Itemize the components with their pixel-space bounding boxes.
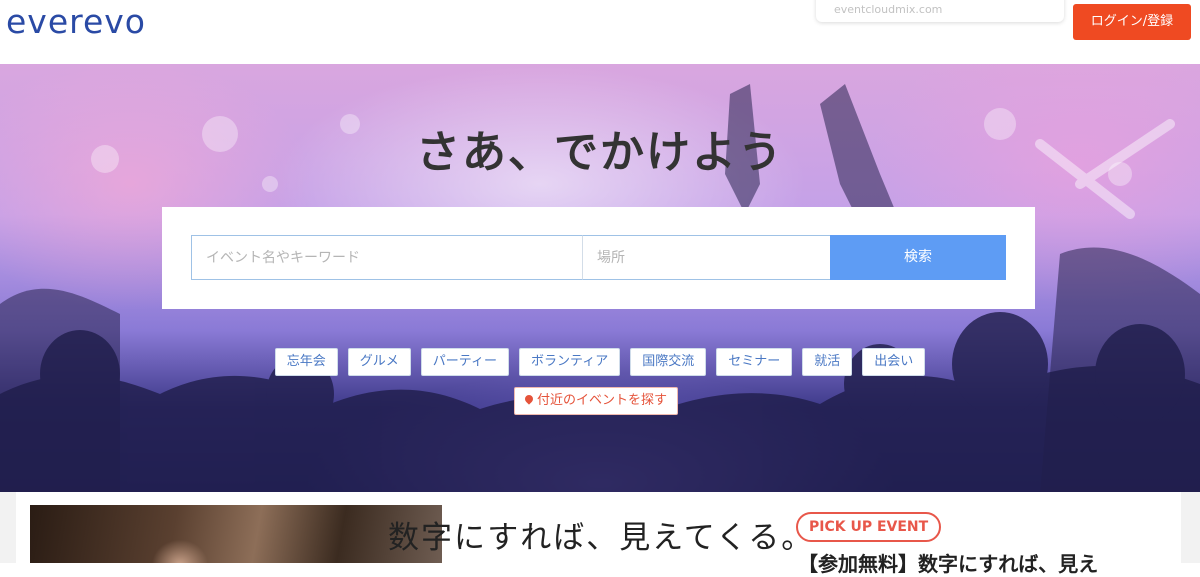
pickup-event-photo[interactable]	[30, 505, 442, 563]
pickup-photo-caption: 数字にすれば、見えてくる。	[388, 520, 815, 556]
hero-title: さあ、でかけよう	[416, 127, 784, 178]
pickup-badge: PICK UP EVENT	[796, 512, 942, 542]
site-header: everevo eventcloudmix.com ログイン/登録	[0, 0, 1200, 64]
tag-international[interactable]: 国際交流	[630, 348, 707, 376]
tag-volunteer[interactable]: ボランティア	[518, 348, 621, 376]
map-pin-icon	[523, 393, 535, 405]
login-register-button[interactable]: ログイン/登録	[1073, 4, 1191, 40]
tag-meetup[interactable]: 出会い	[862, 348, 926, 376]
search-button[interactable]: 検索	[830, 235, 1006, 280]
header-search-text: eventcloudmix.com	[834, 3, 943, 16]
tag-party[interactable]: パーティー	[420, 348, 509, 376]
tag-job-hunting[interactable]: 就活	[802, 348, 853, 376]
keyword-input[interactable]	[191, 235, 583, 280]
place-input[interactable]	[582, 235, 831, 280]
nearby-events-label: 付近のイベントを探す	[536, 393, 667, 408]
category-tags: 忘年会 グルメ パーティー ボランティア 国際交流 セミナー 就活 出会い	[0, 348, 1200, 376]
pickup-event-card[interactable]: 数字にすれば、見えてくる。 PICK UP EVENT 【参加無料】数字にすれば…	[16, 492, 1181, 576]
header-search-box[interactable]: eventcloudmix.com	[816, 0, 1064, 22]
search-panel: 検索	[162, 207, 1035, 309]
tag-gourmet[interactable]: グルメ	[347, 348, 411, 376]
hero-section: さあ、でかけよう 検索 忘年会 グルメ パーティー ボランティア 国際交流 セミ…	[0, 64, 1200, 494]
tag-bonenkai[interactable]: 忘年会	[274, 348, 338, 376]
logo[interactable]: everevo	[6, 2, 146, 42]
nearby-events-button[interactable]: 付近のイベントを探す	[514, 387, 678, 415]
tag-seminar[interactable]: セミナー	[716, 348, 793, 376]
